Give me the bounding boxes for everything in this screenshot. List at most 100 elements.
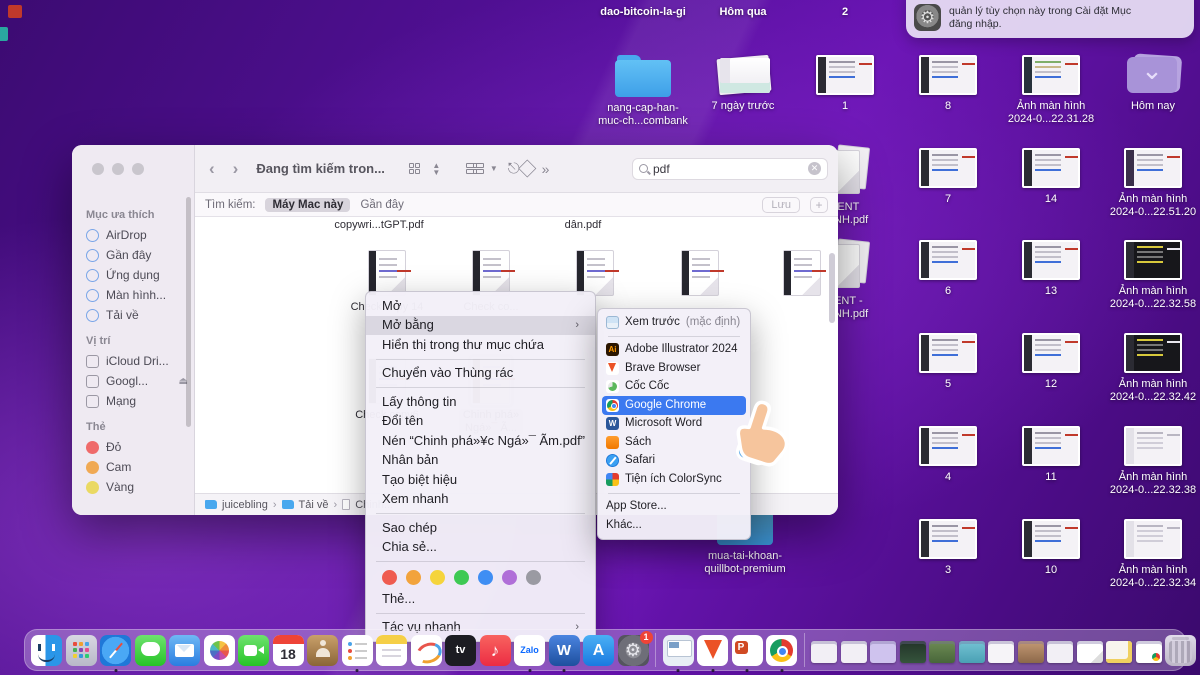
- tag-color-dot[interactable]: [454, 570, 469, 585]
- desktop-icon[interactable]: Ảnh màn hình 2024-0...22.51.20: [1103, 148, 1200, 219]
- share-icon[interactable]: ⎋: [508, 160, 521, 177]
- sidebar-item-googl-[interactable]: Googl...⏏: [72, 371, 194, 391]
- menu-item[interactable]: Mở: [366, 296, 595, 316]
- add-scope-button[interactable]: +: [810, 197, 828, 213]
- menu-item[interactable]: Xem nhanh: [366, 490, 595, 510]
- desktop-icon[interactable]: 1: [795, 55, 895, 113]
- dock-app-photos[interactable]: [204, 635, 235, 666]
- desktop-icon[interactable]: 7: [898, 148, 998, 206]
- desktop-icon[interactable]: 5: [898, 333, 998, 391]
- sidebar-item--ng-d-ng[interactable]: Ứng dụng: [72, 265, 194, 285]
- menu-item[interactable]: Sao chép: [366, 518, 595, 538]
- minimized-window-thumbnail[interactable]: [1106, 641, 1132, 663]
- minimized-window-thumbnail[interactable]: [900, 641, 926, 663]
- more-toolbar-button[interactable]: »: [542, 161, 551, 177]
- menu-item[interactable]: Nén “Chinh phá»¥c Ngá»¯ Ãm.pdf”: [366, 431, 595, 451]
- desktop-item-label[interactable]: Hôm qua: [719, 6, 766, 18]
- desktop-icon[interactable]: Ảnh màn hình 2024-0...22.32.42: [1103, 333, 1200, 404]
- dock-app-calendar[interactable]: 18: [273, 635, 304, 666]
- dock-app-settings[interactable]: ⚙1: [618, 635, 649, 666]
- tag-color-dot[interactable]: [430, 570, 445, 585]
- tag-color-dot[interactable]: [502, 570, 517, 585]
- sidebar-item--[interactable]: Đỏ: [72, 437, 194, 457]
- back-button[interactable]: ‹: [205, 159, 219, 179]
- desktop-icon[interactable]: 10: [1001, 519, 1101, 577]
- window-controls[interactable]: [92, 163, 144, 175]
- dock-app-powerpoint[interactable]: [732, 635, 763, 666]
- menu-item[interactable]: Lấy thông tin: [366, 392, 595, 412]
- desktop-icon[interactable]: nang-cap-han- muc-ch...combank: [593, 55, 693, 128]
- minimized-window-thumbnail[interactable]: [959, 641, 985, 663]
- desktop-icon[interactable]: 11: [1001, 426, 1101, 484]
- file-item[interactable]: [652, 250, 748, 301]
- notification-banner[interactable]: ⚙ quản lý tùy chọn này trong Cài đặt Mục…: [906, 0, 1194, 38]
- icon-view-button[interactable]: [409, 163, 421, 175]
- dock-app-mail[interactable]: [169, 635, 200, 666]
- desktop-icon[interactable]: 13: [1001, 240, 1101, 298]
- minimized-window-thumbnail[interactable]: [811, 641, 837, 663]
- desktop-icon[interactable]: 14: [1001, 148, 1101, 206]
- sidebar-item-g-n-y[interactable]: Gần đây: [72, 245, 194, 265]
- close-button[interactable]: [92, 163, 104, 175]
- desktop-item-label[interactable]: dao-bitcoin-la-gi: [600, 6, 686, 18]
- minimized-window-thumbnail[interactable]: [929, 641, 955, 663]
- desktop-icon[interactable]: 4: [898, 426, 998, 484]
- tag-icon[interactable]: ⃟: [531, 160, 532, 177]
- path-segment[interactable]: juicebling: [222, 499, 268, 511]
- menu-item[interactable]: Đổi tên: [366, 412, 595, 432]
- dock-app-zalo[interactable]: Zalo: [514, 635, 545, 666]
- minimized-window-thumbnail[interactable]: [1018, 641, 1044, 663]
- dock-app-appstore[interactable]: [583, 635, 614, 666]
- zoom-button[interactable]: [132, 163, 144, 175]
- minimized-window-thumbnail[interactable]: [1077, 641, 1103, 663]
- sidebar-scrollbar[interactable]: [186, 197, 191, 427]
- open-with-item[interactable]: Tiện ích ColorSync: [598, 470, 750, 489]
- menu-item[interactable]: Chia sẻ...: [366, 538, 595, 558]
- forward-button[interactable]: ›: [229, 159, 243, 179]
- sidebar-item-v-ng[interactable]: Vàng: [72, 477, 194, 497]
- desktop-icon[interactable]: 12: [1001, 333, 1101, 391]
- desktop-icon[interactable]: Ảnh màn hình 2024-0...22.32.38: [1103, 426, 1200, 497]
- sidebar-item-airdrop[interactable]: AirDrop: [72, 225, 194, 245]
- open-with-item[interactable]: Xem trước (mặc định): [598, 313, 750, 332]
- desktop-icon[interactable]: 7 ngày trước: [693, 55, 793, 113]
- open-with-item[interactable]: App Store...: [598, 498, 750, 517]
- sidebar-item-icloud-dri-[interactable]: iCloud Dri...: [72, 351, 194, 371]
- open-with-item[interactable]: Brave Browser: [598, 359, 750, 378]
- search-field[interactable]: pdf ✕: [632, 158, 828, 180]
- dock-app-contacts[interactable]: [307, 635, 338, 666]
- menu-item[interactable]: Hiển thị trong thư mục chứa: [366, 335, 595, 355]
- dock-app-freeform[interactable]: [411, 635, 442, 666]
- dock-app-notes[interactable]: [376, 635, 407, 666]
- clear-search-icon[interactable]: ✕: [808, 162, 821, 175]
- dock-app-facetime[interactable]: [238, 635, 269, 666]
- desktop-icon[interactable]: Ảnh màn hình 2024-0...22.32.34: [1103, 519, 1200, 590]
- dock-trash[interactable]: [1165, 635, 1196, 666]
- tag-color-dot[interactable]: [526, 570, 541, 585]
- desktop-icon[interactable]: Hôm nay: [1103, 55, 1200, 113]
- desktop-icon[interactable]: Ảnh màn hình 2024-0...22.32.58: [1103, 240, 1200, 311]
- scope-recents[interactable]: Gần đây: [360, 199, 403, 211]
- desktop-icon[interactable]: 6: [898, 240, 998, 298]
- save-search-button[interactable]: Lưu: [762, 197, 800, 213]
- menu-item[interactable]: Thẻ...: [366, 589, 595, 609]
- tag-color-dot[interactable]: [478, 570, 493, 585]
- dock-app-appletv[interactable]: tv: [445, 635, 476, 666]
- dock-app-finder[interactable]: [31, 635, 62, 666]
- sidebar-item-cam[interactable]: Cam: [72, 457, 194, 477]
- minimized-window-thumbnail[interactable]: [841, 641, 867, 663]
- scope-this-mac[interactable]: Máy Mac này: [265, 198, 350, 212]
- open-with-item[interactable]: Khác...: [598, 516, 750, 535]
- dock-app-word[interactable]: W: [549, 635, 580, 666]
- menu-item[interactable]: Tạo biệt hiệu: [366, 470, 595, 490]
- dock-app-brave[interactable]: [697, 635, 728, 666]
- desktop-icon[interactable]: Ảnh màn hình 2024-0...22.31.28: [1001, 55, 1101, 126]
- file-item[interactable]: [754, 250, 838, 301]
- dock-app-messages[interactable]: [135, 635, 166, 666]
- dock-app-music[interactable]: ♪: [480, 635, 511, 666]
- menu-item[interactable]: Chuyển vào Thùng rác: [366, 364, 595, 384]
- minimized-window-thumbnail[interactable]: [988, 641, 1014, 663]
- dock-app-reminders[interactable]: [342, 635, 373, 666]
- menu-item[interactable]: Nhân bản: [366, 451, 595, 471]
- open-with-item[interactable]: AiAdobe Illustrator 2024: [598, 341, 750, 360]
